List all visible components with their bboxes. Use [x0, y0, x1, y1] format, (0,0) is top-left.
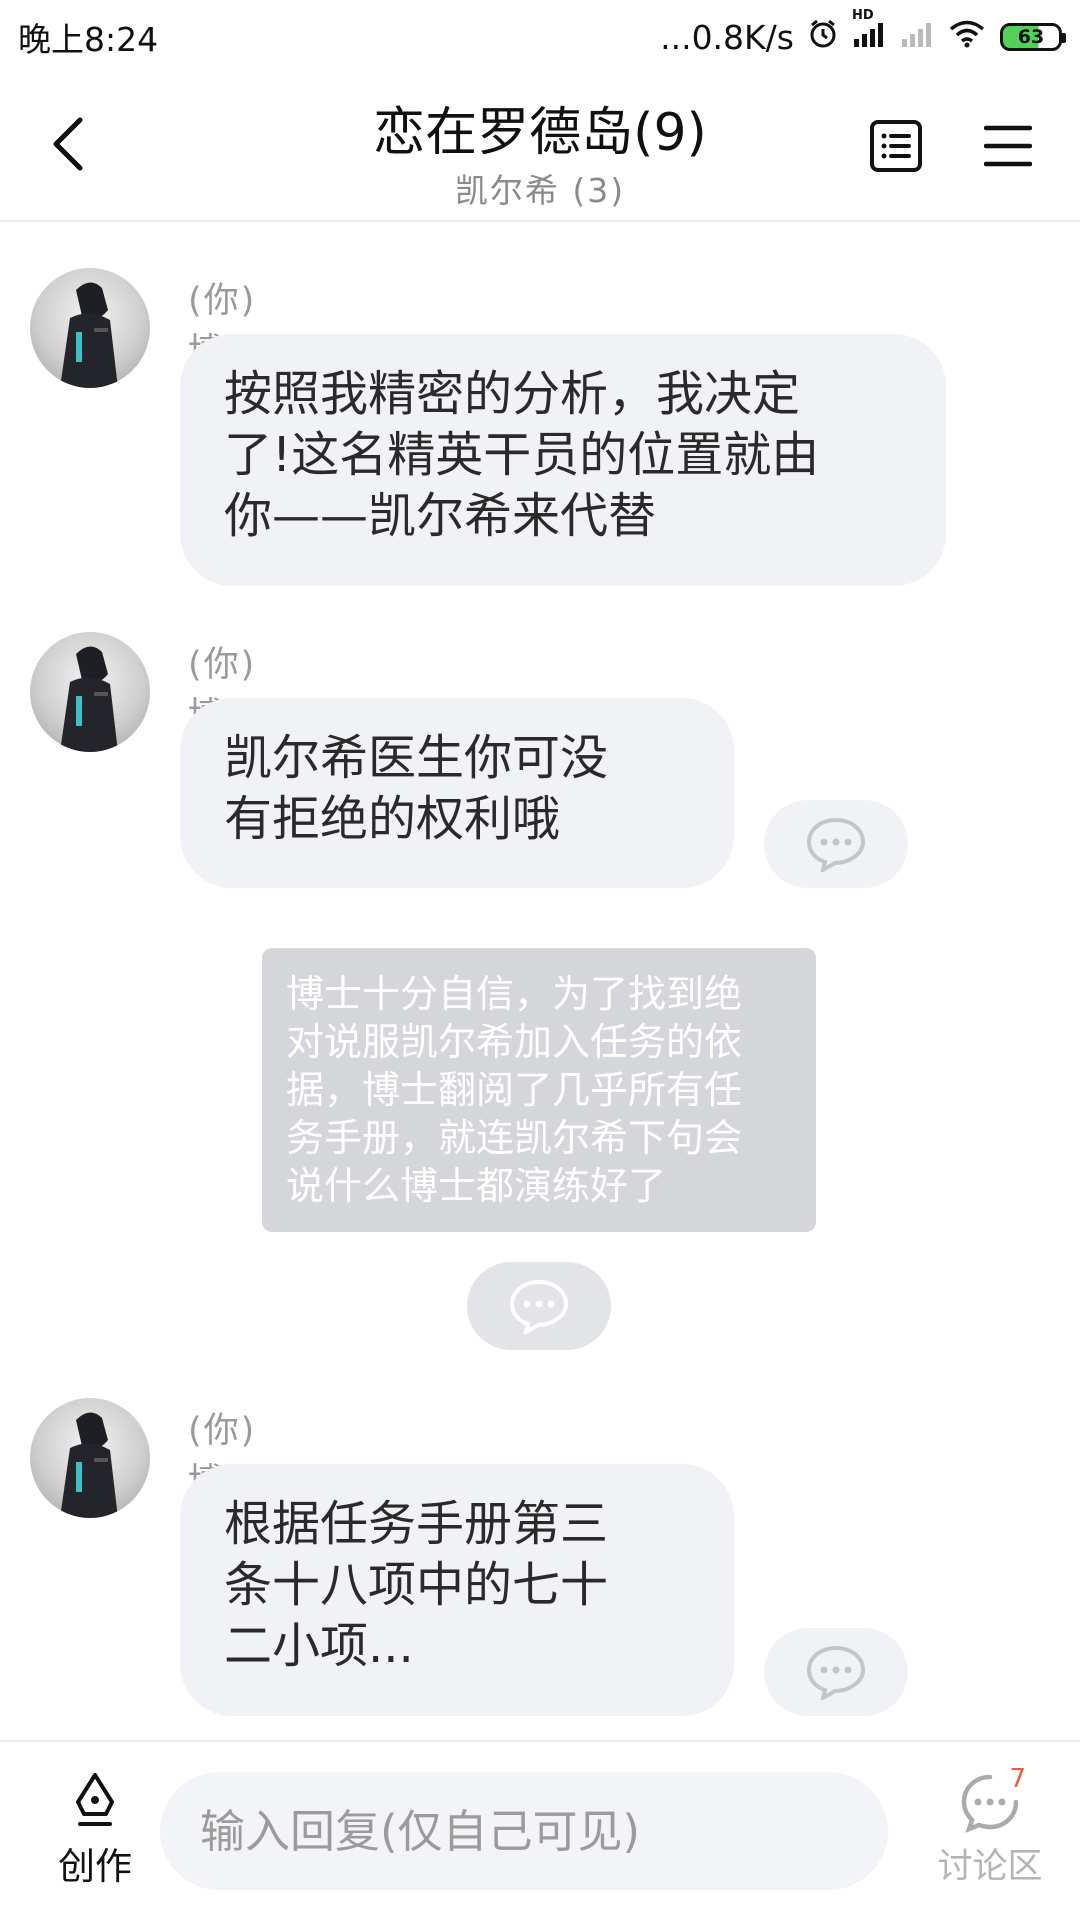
reply-input[interactable] — [160, 1772, 888, 1890]
chat-header: 恋在罗德岛(9) 凯尔希 (3) — [0, 74, 1080, 222]
avatar[interactable] — [30, 268, 150, 388]
wifi-icon — [948, 18, 986, 57]
narration-line: 对说服凯尔希加入任务的依 — [286, 1020, 743, 1064]
message-line: 根据任务手册第三 — [224, 1496, 609, 1552]
message-line: 了!这名精英干员的位置就由 — [224, 427, 820, 483]
narration-comment-button[interactable] — [467, 1262, 611, 1350]
discussion-badge: 7 — [1009, 1764, 1026, 1794]
message-line: 你——凯尔希来代替 — [224, 488, 657, 544]
create-label: 创作 — [58, 1845, 132, 1888]
comment-bubble-icon — [806, 1645, 866, 1700]
comment-bubble-icon — [509, 1279, 569, 1334]
signal-weak-icon — [900, 18, 934, 57]
status-icons: ...0.8K/s HD 63 — [660, 8, 1066, 57]
menu-button[interactable] — [978, 116, 1038, 176]
narration-line: 说什么博士都演练好了 — [286, 1164, 667, 1208]
bottom-bar: 创作 7 讨论区 — [0, 1740, 1080, 1920]
comment-button[interactable] — [764, 800, 908, 888]
avatar[interactable] — [30, 632, 150, 752]
narration-box[interactable]: 博士十分自信，为了找到绝 对说服凯尔希加入任务的依 据，博士翻阅了几乎所有任 务… — [262, 948, 816, 1232]
message-line: 条十八项中的七十 — [224, 1557, 609, 1613]
menu-icon — [984, 125, 1032, 167]
comment-button[interactable] — [764, 1628, 908, 1716]
list-icon — [870, 120, 922, 172]
status-time: 晚上8:24 — [18, 20, 159, 59]
narration-line: 据，博士翻阅了几乎所有任 — [286, 1068, 743, 1112]
network-speed: ...0.8K/s — [660, 17, 794, 57]
narration-line: 博士十分自信，为了找到绝 — [286, 972, 743, 1016]
signal-hd-icon: HD — [852, 8, 886, 57]
comment-bubble-icon — [806, 817, 866, 872]
narration-line: 务手册，就连凯尔希下句会 — [286, 1116, 743, 1160]
avatar[interactable] — [30, 1398, 150, 1518]
character-avatar-icon — [60, 646, 118, 752]
message-line: 有拒绝的权利哦 — [224, 791, 561, 847]
message-line: 凯尔希医生你可没 — [224, 730, 609, 786]
message-line: 按照我精密的分析，我决定 — [224, 366, 801, 422]
message-bubble[interactable]: 凯尔希医生你可没 有拒绝的权利哦 — [180, 698, 734, 888]
discussion-button[interactable]: 7 讨论区 — [920, 1764, 1060, 1889]
battery-icon: 63 — [1000, 23, 1066, 51]
character-avatar-icon — [60, 1412, 118, 1518]
discussion-label: 讨论区 — [937, 1847, 1043, 1887]
battery-level: 63 — [1017, 26, 1045, 48]
list-button[interactable] — [866, 116, 926, 176]
alarm-icon — [808, 18, 838, 57]
signal-hd-label: HD — [852, 7, 874, 23]
create-button[interactable]: 创作 — [40, 1772, 150, 1890]
character-avatar-icon — [60, 282, 118, 388]
status-bar: 晚上8:24 ...0.8K/s HD 63 — [0, 0, 1080, 74]
pen-nib-icon — [76, 1773, 114, 1826]
message-bubble[interactable]: 根据任务手册第三 条十八项中的七十 二小项... — [180, 1464, 734, 1716]
message-bubble[interactable]: 按照我精密的分析，我决定 了!这名精英干员的位置就由 你——凯尔希来代替 — [180, 334, 946, 586]
message-line: 二小项... — [224, 1618, 414, 1674]
